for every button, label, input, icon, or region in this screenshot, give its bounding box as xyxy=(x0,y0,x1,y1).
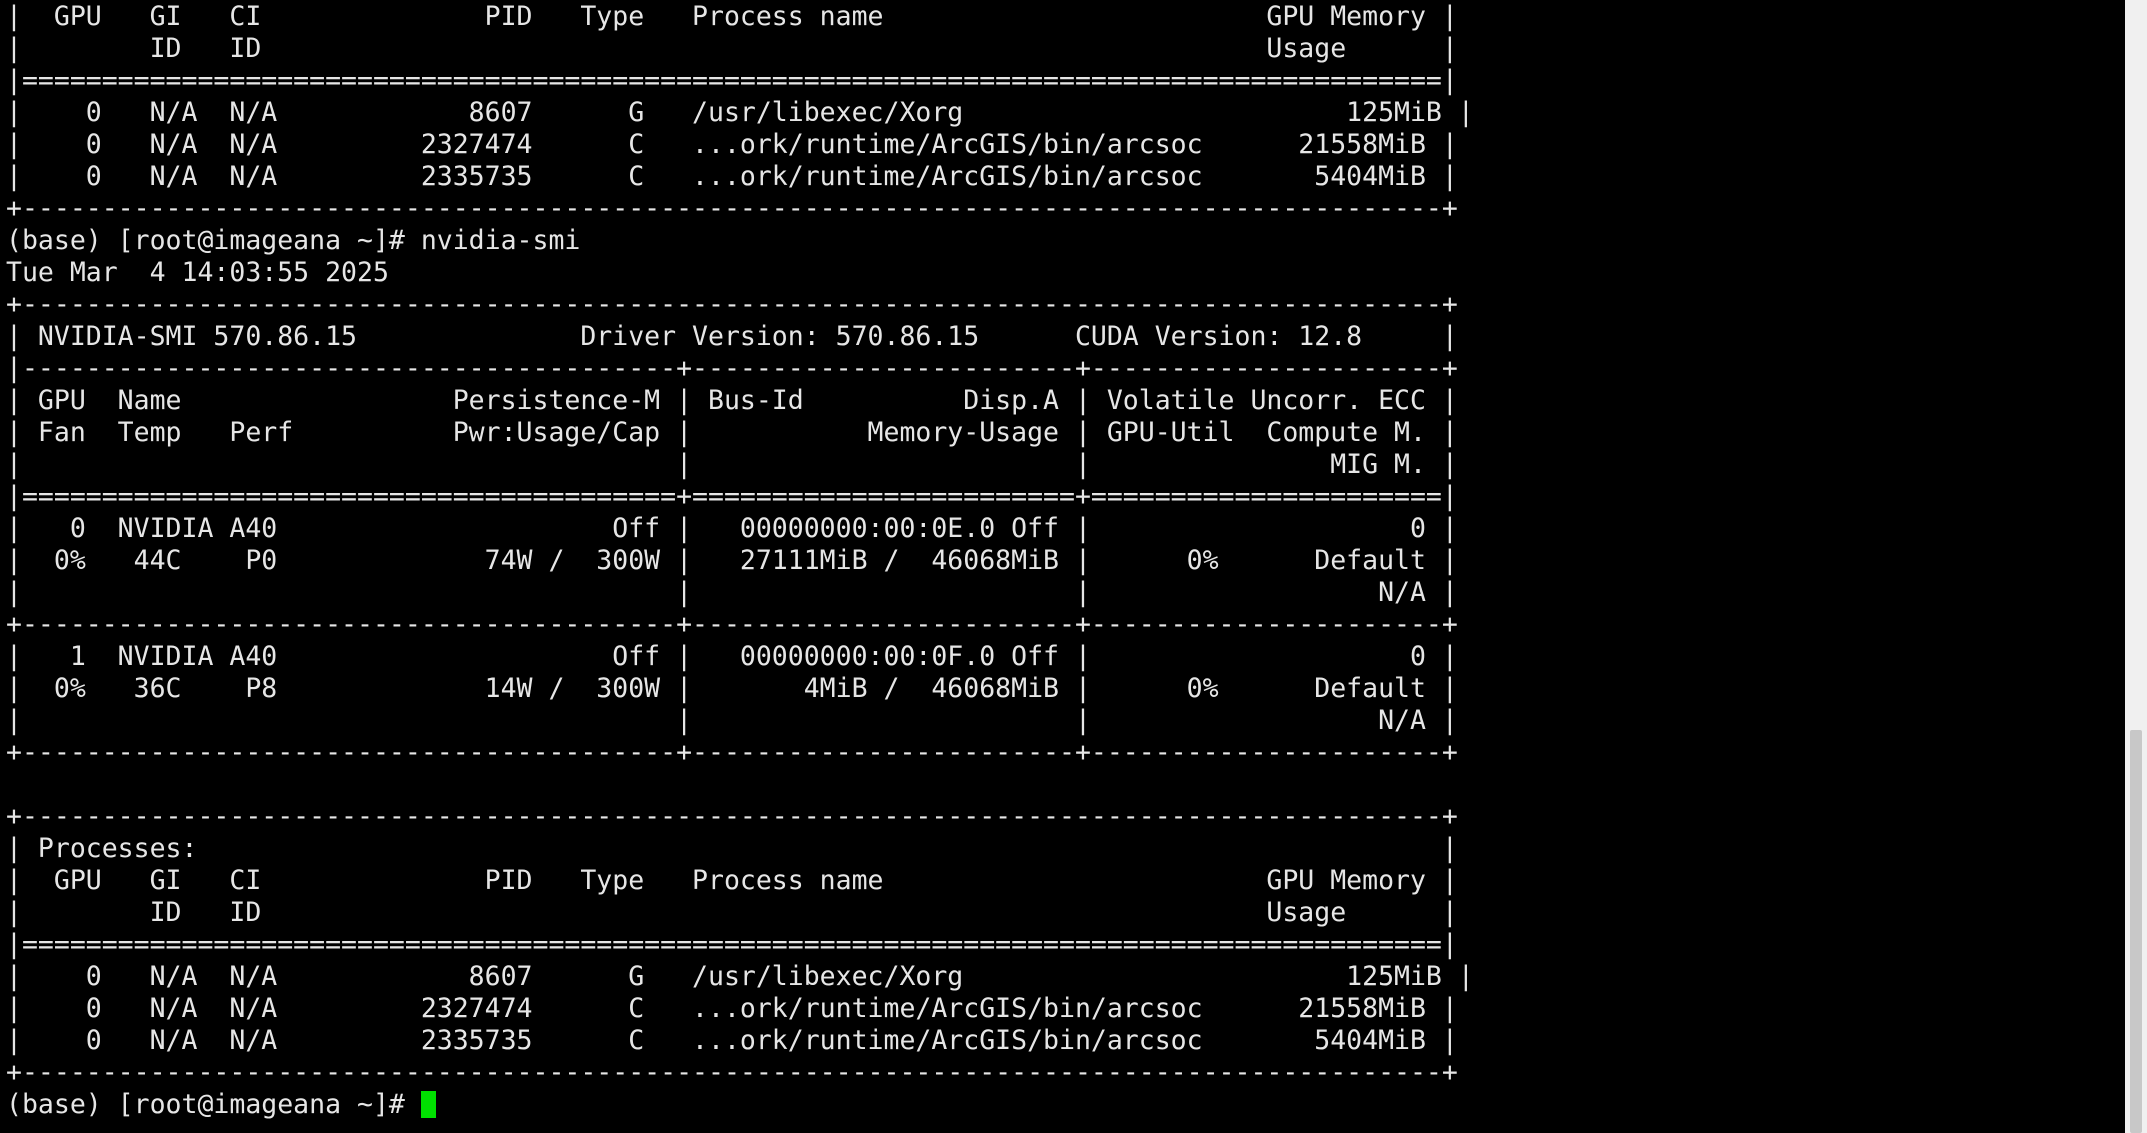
terminal-line: | 1 NVIDIA A40 Off | 00000000:00:0F.0 Of… xyxy=(6,641,1458,672)
terminal-line: +---------------------------------------… xyxy=(6,289,1458,320)
terminal-line: | | | MIG M. | xyxy=(6,449,1458,480)
terminal-line: | 0 N/A N/A 2335735 C ...ork/runtime/Arc… xyxy=(6,161,1458,192)
shell-prompt: (base) [root@imageana ~]# xyxy=(6,1089,421,1120)
terminal-line: (base) [root@imageana ~]# nvidia-smi xyxy=(6,225,581,256)
terminal-line: |---------------------------------------… xyxy=(6,353,1458,384)
terminal-line: | Processes: | xyxy=(6,833,1458,864)
terminal-line: | 0 N/A N/A 8607 G /usr/libexec/Xorg 125… xyxy=(6,961,1474,992)
terminal-line: | 0 N/A N/A 2327474 C ...ork/runtime/Arc… xyxy=(6,993,1458,1024)
terminal-line: |=======================================… xyxy=(6,481,1458,512)
terminal-line: | GPU Name Persistence-M | Bus-Id Disp.A… xyxy=(6,385,1458,416)
terminal-line: | | | N/A | xyxy=(6,577,1458,608)
terminal-line: | 0 N/A N/A 2327474 C ...ork/runtime/Arc… xyxy=(6,129,1458,160)
terminal-line: | | | N/A | xyxy=(6,705,1458,736)
terminal-line: | GPU GI CI PID Type Process name GPU Me… xyxy=(6,865,1458,896)
terminal-line: | 0% 36C P8 14W / 300W | 4MiB / 46068MiB… xyxy=(6,673,1458,704)
terminal-line: | ID ID Usage | xyxy=(6,897,1458,928)
terminal-line: +---------------------------------------… xyxy=(6,737,1458,768)
terminal-line: | GPU GI CI PID Type Process name GPU Me… xyxy=(6,1,1458,32)
terminal-line: | 0 NVIDIA A40 Off | 00000000:00:0E.0 Of… xyxy=(6,513,1458,544)
terminal-line: | NVIDIA-SMI 570.86.15 Driver Version: 5… xyxy=(6,321,1458,352)
terminal-line: +---------------------------------------… xyxy=(6,801,1458,832)
terminal-line: | 0% 44C P0 74W / 300W | 27111MiB / 4606… xyxy=(6,545,1458,576)
terminal-line: | Fan Temp Perf Pwr:Usage/Cap | Memory-U… xyxy=(6,417,1458,448)
terminal-line: |=======================================… xyxy=(6,65,1458,96)
vertical-scrollbar[interactable] xyxy=(2125,0,2147,1133)
terminal-line: Tue Mar 4 14:03:55 2025 xyxy=(6,257,389,288)
terminal-line: | 0 N/A N/A 8607 G /usr/libexec/Xorg 125… xyxy=(6,97,1474,128)
terminal-line: | ID ID Usage | xyxy=(6,33,1458,64)
text-cursor xyxy=(420,1091,436,1118)
terminal-line: +---------------------------------------… xyxy=(6,609,1458,640)
terminal-window[interactable]: | GPU GI CI PID Type Process name GPU Me… xyxy=(0,0,2147,1133)
terminal-line: | 0 N/A N/A 2335735 C ...ork/runtime/Arc… xyxy=(6,1025,1458,1056)
terminal-line: |=======================================… xyxy=(6,929,1458,960)
prompt-line[interactable]: (base) [root@imageana ~]# xyxy=(6,1089,1474,1121)
terminal-output: | GPU GI CI PID Type Process name GPU Me… xyxy=(6,1,1474,1121)
terminal-line: +---------------------------------------… xyxy=(6,1057,1458,1088)
scrollbar-thumb[interactable] xyxy=(2130,730,2142,1133)
terminal-line: +---------------------------------------… xyxy=(6,193,1458,224)
